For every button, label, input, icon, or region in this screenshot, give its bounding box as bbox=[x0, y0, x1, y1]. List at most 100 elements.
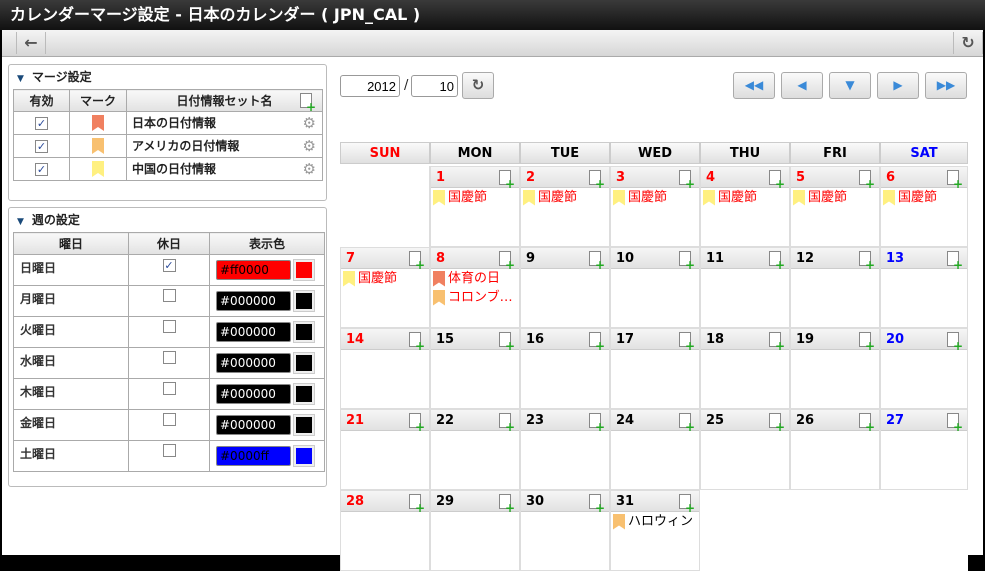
holiday-checkbox[interactable] bbox=[162, 351, 176, 364]
week-settings-header[interactable]: ▼ 週の設定 bbox=[9, 208, 326, 232]
color-picker-swatch[interactable] bbox=[293, 383, 315, 405]
color-picker-swatch[interactable] bbox=[293, 445, 315, 467]
add-event-icon[interactable] bbox=[589, 170, 605, 189]
add-event-icon[interactable] bbox=[679, 251, 695, 270]
day-cell[interactable]: 4国慶節 bbox=[700, 166, 790, 247]
add-event-icon[interactable] bbox=[769, 332, 785, 351]
day-cell[interactable]: 2国慶節 bbox=[520, 166, 610, 247]
next-month-button[interactable]: ▶ bbox=[877, 72, 919, 99]
color-input[interactable]: #0000ff bbox=[216, 446, 291, 466]
day-cell[interactable]: 14 bbox=[340, 328, 430, 409]
day-cell[interactable]: 27 bbox=[880, 409, 968, 490]
add-event-icon[interactable] bbox=[859, 413, 875, 432]
add-event-icon[interactable] bbox=[679, 413, 695, 432]
day-cell[interactable]: 6国慶節 bbox=[880, 166, 968, 247]
add-event-icon[interactable] bbox=[947, 251, 963, 270]
add-event-icon[interactable] bbox=[947, 413, 963, 432]
add-event-icon[interactable] bbox=[589, 332, 605, 351]
add-event-icon[interactable] bbox=[409, 494, 425, 513]
color-input[interactable]: #000000 bbox=[216, 384, 291, 404]
day-cell[interactable]: 7国慶節 bbox=[340, 247, 430, 328]
day-cell[interactable]: 21 bbox=[340, 409, 430, 490]
color-picker-swatch[interactable] bbox=[293, 321, 315, 343]
holiday-checkbox[interactable] bbox=[162, 413, 176, 426]
day-cell[interactable]: 9 bbox=[520, 247, 610, 328]
add-event-icon[interactable] bbox=[679, 332, 695, 351]
date-set-name[interactable]: 中国の日付情報 bbox=[132, 162, 216, 176]
day-cell[interactable]: 24 bbox=[610, 409, 700, 490]
add-event-icon[interactable] bbox=[947, 170, 963, 189]
enabled-checkbox[interactable]: ✓ bbox=[35, 117, 48, 130]
add-event-icon[interactable] bbox=[589, 413, 605, 432]
day-cell[interactable]: 30 bbox=[520, 490, 610, 571]
color-picker-swatch[interactable] bbox=[293, 290, 315, 312]
add-event-icon[interactable] bbox=[589, 494, 605, 513]
add-event-icon[interactable] bbox=[859, 332, 875, 351]
enabled-checkbox[interactable]: ✓ bbox=[35, 163, 48, 176]
holiday-checkbox[interactable] bbox=[162, 320, 176, 333]
gear-icon[interactable]: ⚙ bbox=[303, 114, 316, 132]
day-cell[interactable]: 11 bbox=[700, 247, 790, 328]
day-cell[interactable]: 31 ハロウィン bbox=[610, 490, 700, 571]
add-event-icon[interactable] bbox=[589, 251, 605, 270]
day-cell[interactable]: 17 bbox=[610, 328, 700, 409]
color-input[interactable]: #000000 bbox=[216, 322, 291, 342]
add-event-icon[interactable] bbox=[499, 494, 515, 513]
day-cell[interactable]: 5国慶節 bbox=[790, 166, 880, 247]
color-picker-swatch[interactable] bbox=[293, 352, 315, 374]
arrow-left-icon[interactable]: ← bbox=[16, 32, 46, 54]
enabled-checkbox[interactable]: ✓ bbox=[35, 140, 48, 153]
day-cell[interactable]: 13 bbox=[880, 247, 968, 328]
day-cell[interactable]: 20 bbox=[880, 328, 968, 409]
day-cell[interactable]: 12 bbox=[790, 247, 880, 328]
holiday-checkbox[interactable] bbox=[162, 289, 176, 302]
add-date-set-icon[interactable] bbox=[300, 93, 316, 112]
day-cell[interactable]: 18 bbox=[700, 328, 790, 409]
add-event-icon[interactable] bbox=[769, 251, 785, 270]
prev-month-button[interactable]: ◀ bbox=[781, 72, 823, 99]
date-set-name[interactable]: 日本の日付情報 bbox=[132, 116, 216, 130]
add-event-icon[interactable] bbox=[499, 170, 515, 189]
gear-icon[interactable]: ⚙ bbox=[303, 137, 316, 155]
current-month-button[interactable]: ▼ bbox=[829, 72, 871, 99]
holiday-checkbox[interactable] bbox=[162, 382, 176, 395]
day-cell[interactable]: 3国慶節 bbox=[610, 166, 700, 247]
color-input[interactable]: #000000 bbox=[216, 291, 291, 311]
month-input[interactable] bbox=[411, 75, 458, 97]
add-event-icon[interactable] bbox=[409, 332, 425, 351]
day-cell[interactable]: 15 bbox=[430, 328, 520, 409]
add-event-icon[interactable] bbox=[769, 170, 785, 189]
day-cell[interactable]: 29 bbox=[430, 490, 520, 571]
add-event-icon[interactable] bbox=[499, 413, 515, 432]
day-cell[interactable]: 23 bbox=[520, 409, 610, 490]
day-cell[interactable]: 26 bbox=[790, 409, 880, 490]
holiday-checkbox[interactable] bbox=[162, 444, 176, 457]
add-event-icon[interactable] bbox=[409, 251, 425, 270]
color-input[interactable]: #ff0000 bbox=[216, 260, 291, 280]
add-event-icon[interactable] bbox=[499, 332, 515, 351]
reload-icon[interactable]: ↻ bbox=[953, 32, 983, 54]
day-cell[interactable]: 25 bbox=[700, 409, 790, 490]
add-event-icon[interactable] bbox=[499, 251, 515, 270]
add-event-icon[interactable] bbox=[769, 413, 785, 432]
color-input[interactable]: #000000 bbox=[216, 415, 291, 435]
add-event-icon[interactable] bbox=[679, 494, 695, 513]
add-event-icon[interactable] bbox=[409, 413, 425, 432]
day-cell[interactable]: 28 bbox=[340, 490, 430, 571]
add-event-icon[interactable] bbox=[859, 251, 875, 270]
date-set-name[interactable]: アメリカの日付情報 bbox=[132, 139, 239, 153]
gear-icon[interactable]: ⚙ bbox=[303, 160, 316, 178]
day-cell[interactable]: 16 bbox=[520, 328, 610, 409]
holiday-checkbox[interactable]: ✓ bbox=[162, 259, 176, 272]
next-year-button[interactable]: ▶▶ bbox=[925, 72, 967, 99]
color-input[interactable]: #000000 bbox=[216, 353, 291, 373]
year-input[interactable] bbox=[340, 75, 400, 97]
day-cell[interactable]: 8体育の日コロンブ… bbox=[430, 247, 520, 328]
day-cell[interactable]: 10 bbox=[610, 247, 700, 328]
day-cell[interactable]: 19 bbox=[790, 328, 880, 409]
prev-year-button[interactable]: ◀◀ bbox=[733, 72, 775, 99]
refresh-calendar-button[interactable]: ↻ bbox=[462, 72, 494, 99]
add-event-icon[interactable] bbox=[947, 332, 963, 351]
event-item[interactable]: コロンブ… bbox=[431, 288, 519, 307]
color-picker-swatch[interactable] bbox=[293, 259, 315, 281]
